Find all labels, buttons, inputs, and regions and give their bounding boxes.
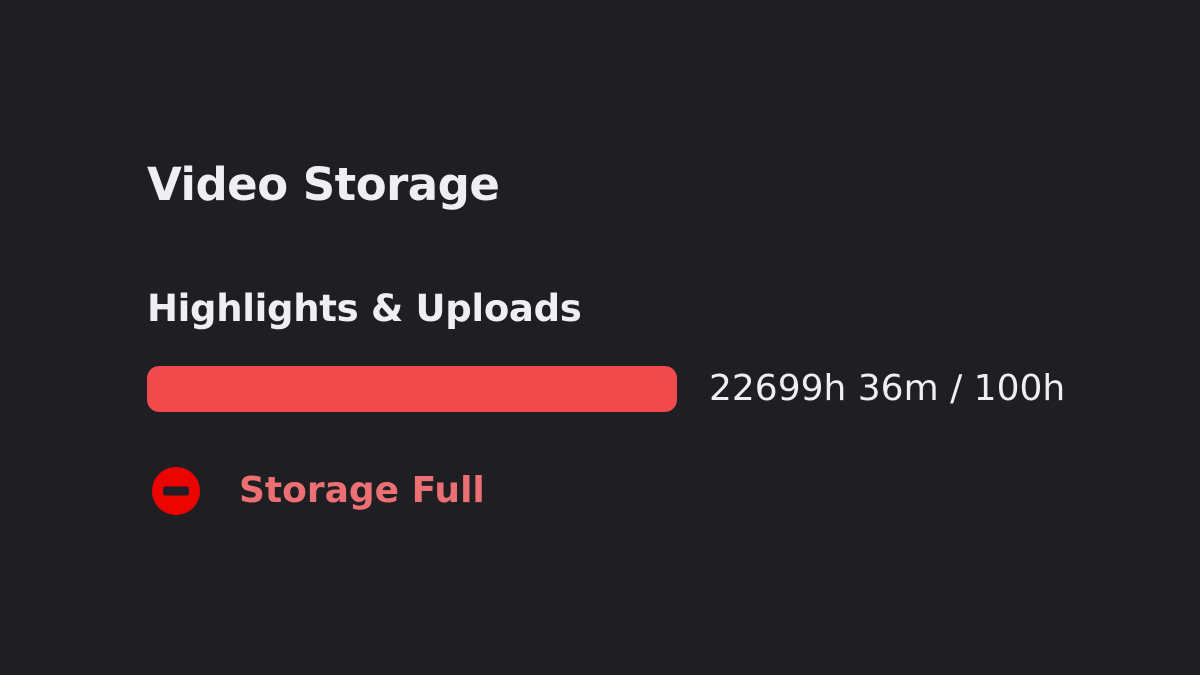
storage-usage-row: 22699h 36m / 100h	[147, 365, 1065, 413]
storage-progress-fill	[147, 366, 677, 412]
section-title: Video Storage	[147, 158, 500, 211]
storage-status: Storage Full	[151, 463, 485, 519]
storage-full-text: Storage Full	[239, 470, 485, 511]
storage-progress-bar	[147, 366, 677, 412]
highlights-uploads-label: Highlights & Uploads	[147, 287, 582, 330]
minus-circle-icon	[152, 467, 200, 515]
storage-usage-text: 22699h 36m / 100h	[709, 368, 1066, 409]
